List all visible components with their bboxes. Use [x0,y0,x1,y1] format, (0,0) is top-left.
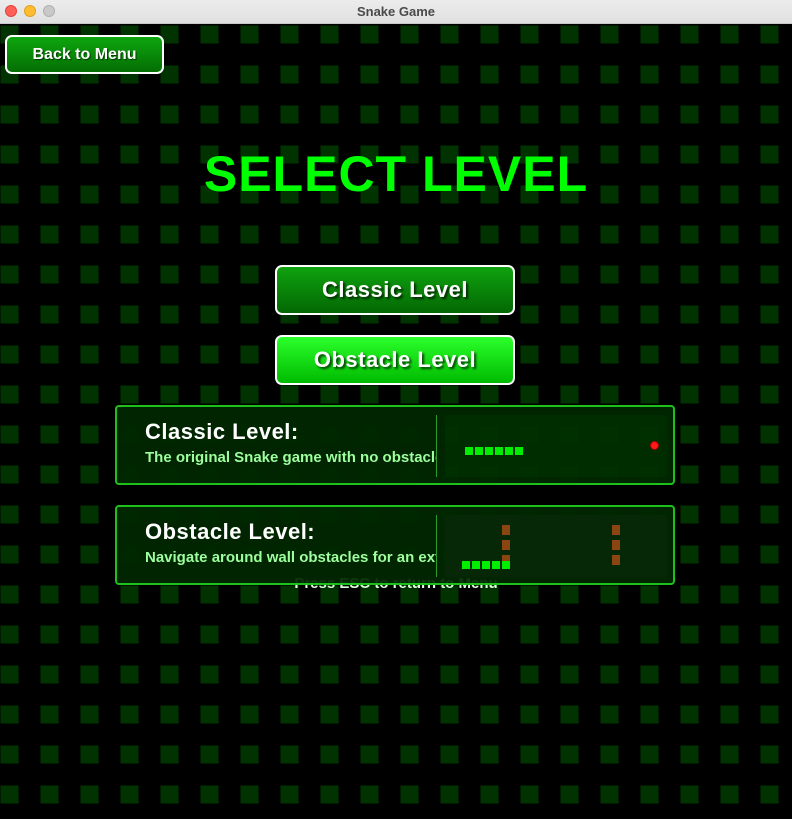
snake-segment [502,561,510,569]
snake-segment [492,561,500,569]
card-description: The original Snake game with no obstacle… [145,449,437,466]
snake-segment [482,561,490,569]
card-description: Navigate around wall obstacles for an ex… [145,549,437,566]
snake-segment [505,447,513,455]
card-divider [436,415,437,477]
snake-segment [472,561,480,569]
obstacle-level-button[interactable]: Obstacle Level [275,335,515,385]
wall-block [612,555,620,565]
page-title: SELECT LEVEL [203,146,589,202]
game-canvas: Back to Menu SELECT LEVEL Classic Level … [0,25,792,819]
back-to-menu-button[interactable]: Back to Menu [5,35,164,74]
snake-segment [515,447,523,455]
classic-level-button[interactable]: Classic Level [275,265,515,315]
snake-segment [495,447,503,455]
card-heading: Obstacle Level: [145,519,316,544]
wall-block [612,525,620,535]
window-title: Snake Game [356,4,436,19]
classic-level-preview [445,415,667,477]
classic-level-info-card: Classic Level: The original Snake game w… [115,405,675,485]
card-heading: Classic Level: [145,419,299,444]
card-divider [436,515,437,577]
obstacle-level-info-card: Obstacle Level: Navigate around wall obs… [115,505,675,585]
wall-block [612,540,620,550]
snake-segment [462,561,470,569]
snake-segment [465,447,473,455]
title-bar: Snake Game [0,0,792,24]
snake-segment [475,447,483,455]
wall-block [502,525,510,535]
obstacle-level-preview [445,515,667,577]
wall-block [502,540,510,550]
snake-segment [485,447,493,455]
food-pellet [650,441,659,450]
